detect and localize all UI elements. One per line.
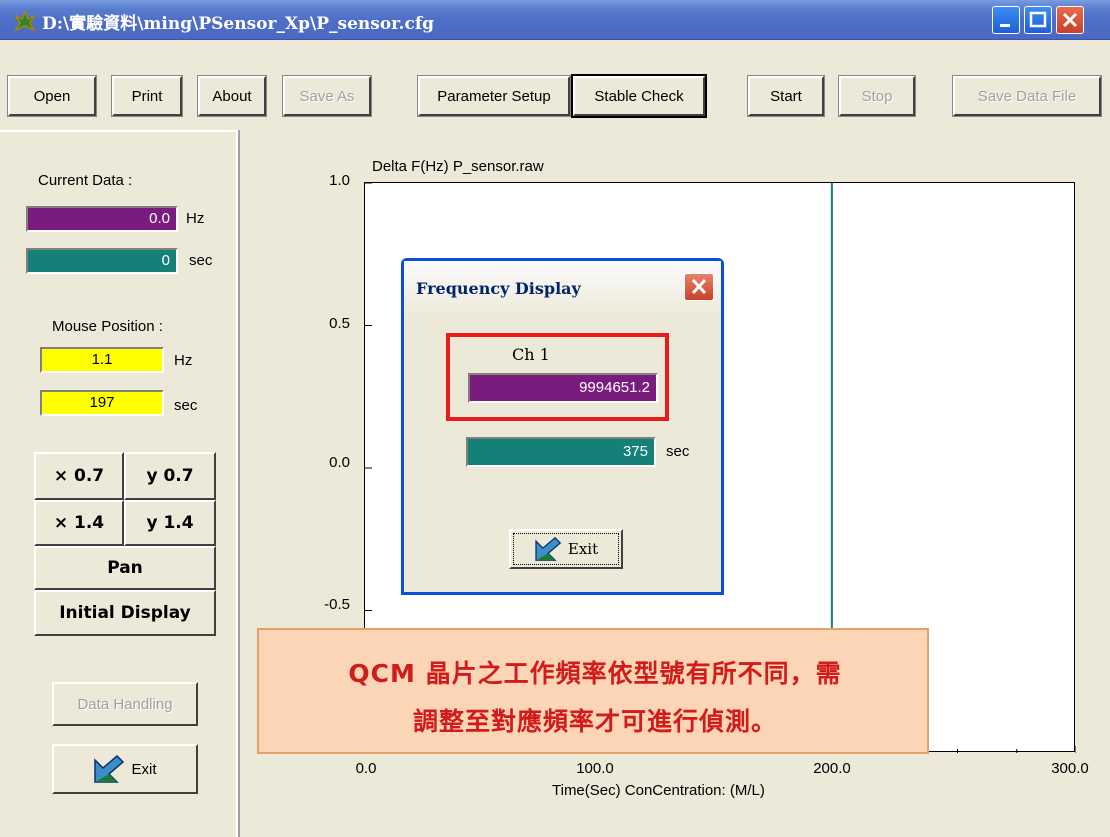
close-icon xyxy=(691,278,707,295)
callout-line-1: QCM 晶片之工作頻率依型號有所不同，需 xyxy=(348,659,842,688)
frequency-display-dialog: Frequency Display Ch 1 9994651.2 375 sec… xyxy=(401,258,724,595)
open-button[interactable]: Open xyxy=(7,75,97,117)
mouse-position-label: Mouse Position : xyxy=(52,318,163,335)
minimize-button[interactable] xyxy=(992,6,1020,34)
initial-display-button[interactable]: Initial Display xyxy=(34,590,216,636)
app-icon xyxy=(14,10,36,32)
x-tick-label: 300.0 xyxy=(1051,760,1089,777)
exit-arrow-icon xyxy=(535,536,562,561)
x-tick-label: 100.0 xyxy=(576,760,614,777)
zoom-y-14-button[interactable]: y 1.4 xyxy=(124,500,216,546)
dialog-time-unit: sec xyxy=(666,443,690,460)
mouse-sec-unit: sec xyxy=(174,397,198,414)
print-button[interactable]: Print xyxy=(111,75,183,117)
y-tick-label: 1.0 xyxy=(329,172,350,189)
current-sec-unit: sec xyxy=(189,252,213,269)
data-handling-button[interactable]: Data Handling xyxy=(52,682,198,726)
stop-button[interactable]: Stop xyxy=(838,75,916,117)
highlight-box xyxy=(446,333,669,421)
about-button[interactable]: About xyxy=(197,75,267,117)
x-tick-label: 200.0 xyxy=(813,760,851,777)
dialog-exit-button[interactable]: Exit xyxy=(509,529,623,569)
mouse-sec-value: 197 xyxy=(40,390,164,416)
save-as-button[interactable]: Save As xyxy=(282,75,372,117)
exit-arrow-icon xyxy=(94,754,125,783)
close-button[interactable] xyxy=(1056,6,1084,34)
callout-line-2: 調整至對應頻率才可進行偵測。 xyxy=(412,707,777,736)
annotation-callout: QCM 晶片之工作頻率依型號有所不同，需 調整至對應頻率才可進行偵測。 xyxy=(257,628,929,754)
zoom-x-07-button[interactable]: × 0.7 xyxy=(34,452,124,500)
current-hz-unit: Hz xyxy=(186,210,205,227)
x-tick-label: 0.0 xyxy=(355,760,377,777)
x-axis-label: Time(Sec) ConCentration: (M/L) xyxy=(552,782,765,799)
maximize-button[interactable] xyxy=(1024,6,1052,34)
start-button[interactable]: Start xyxy=(747,75,825,117)
maximize-icon xyxy=(1029,11,1047,28)
stable-check-button[interactable]: Stable Check xyxy=(571,74,707,118)
dialog-title: Frequency Display xyxy=(416,279,581,298)
title-bar: D:\實驗資料\ming\PSensor_Xp\P_sensor.cfg xyxy=(0,0,1110,40)
mouse-hz-unit: Hz xyxy=(174,352,193,369)
exit-button[interactable]: Exit xyxy=(52,744,198,794)
y-tick-label: 0.0 xyxy=(329,454,350,471)
current-hz-value: 0.0 xyxy=(26,206,178,232)
toolbar: Open Print About Save As Parameter Setup… xyxy=(0,40,1110,130)
zoom-y-07-button[interactable]: y 0.7 xyxy=(124,452,216,500)
y-tick-label: 0.5 xyxy=(329,315,350,332)
save-data-file-button[interactable]: Save Data File xyxy=(952,75,1102,117)
mouse-hz-value: 1.1 xyxy=(40,347,164,373)
zoom-x-14-button[interactable]: × 1.4 xyxy=(34,500,124,546)
parameter-setup-button[interactable]: Parameter Setup xyxy=(417,75,571,117)
dialog-exit-label: Exit xyxy=(567,540,599,558)
dialog-close-button[interactable] xyxy=(684,273,714,301)
pan-button[interactable]: Pan xyxy=(34,546,216,590)
y-tick-label: -0.5 xyxy=(324,596,350,613)
dialog-time-value: 375 xyxy=(466,437,656,467)
current-data-label: Current Data : xyxy=(38,172,133,189)
dialog-title-bar[interactable]: Frequency Display xyxy=(404,261,721,319)
current-sec-value: 0 xyxy=(26,248,178,274)
minimize-icon xyxy=(1000,24,1010,27)
close-icon xyxy=(1062,12,1078,28)
window-title: D:\實驗資料\ming\PSensor_Xp\P_sensor.cfg xyxy=(42,14,435,34)
exit-button-label: Exit xyxy=(131,760,157,778)
chart-title: Delta F(Hz) P_sensor.raw xyxy=(372,158,544,175)
